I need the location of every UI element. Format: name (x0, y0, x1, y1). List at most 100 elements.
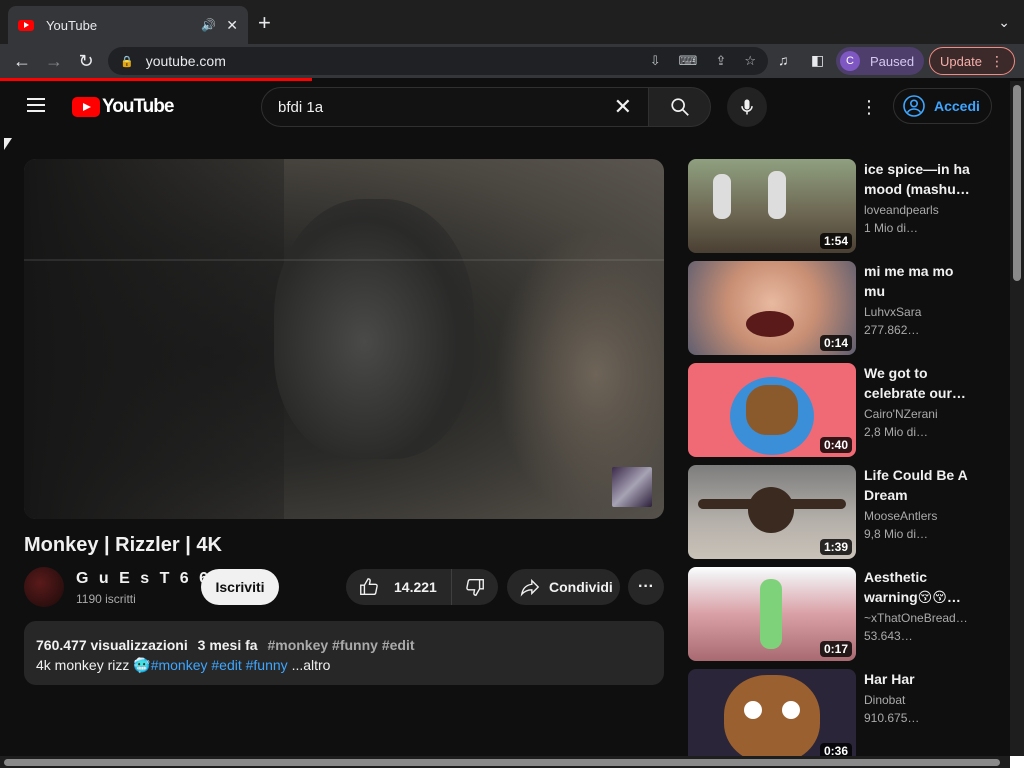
bookmark-star-icon[interactable]: ☆ (744, 53, 756, 69)
thumb-mouth (746, 311, 794, 337)
video-thumbnail[interactable]: 0:17 (688, 567, 856, 661)
recommendation-channel[interactable]: loveandpearls (864, 203, 976, 217)
recommendation-title[interactable]: Aesthetic warning😚😚… (864, 567, 976, 607)
url-text[interactable]: youtube.com (146, 53, 632, 69)
dislike-button[interactable] (452, 576, 498, 598)
video-thumbnail[interactable]: 1:39 (688, 465, 856, 559)
recommendation-item[interactable]: 0:40 We got to celebrate our… Cairo'NZer… (688, 363, 988, 457)
channel-avatar[interactable] (24, 567, 64, 607)
recommendation-channel[interactable]: MooseAntlers (864, 509, 976, 523)
description-text: 4k monkey rizz (36, 657, 130, 673)
browser-tab-youtube[interactable]: YouTube 🔊 ✕ (8, 6, 248, 44)
browser-toolbar: ← → ↻ 🔒 youtube.com ⇩ ⌨ ⇪ ☆ ♫ ◧ C Paused… (0, 44, 1024, 78)
duration-badge: 1:39 (819, 539, 852, 555)
recommendation-channel[interactable]: LuhvxSara (864, 305, 976, 319)
youtube-logo[interactable]: YouTube (72, 96, 174, 118)
show-more-link[interactable]: ...altro (292, 657, 331, 673)
hamburger-menu-icon[interactable] (27, 98, 45, 112)
thumbs-down-icon (466, 578, 484, 596)
tab-search-chevron-icon[interactable]: ⌄ (998, 14, 1010, 31)
recommendation-title[interactable]: We got to celebrate our… (864, 363, 976, 403)
horizontal-scroll-thumb[interactable] (4, 759, 1000, 766)
speaker-icon[interactable]: 🔊 (201, 18, 216, 32)
side-panel-icon[interactable]: ◧ (811, 52, 824, 69)
thumb-characters (746, 385, 798, 435)
video-thumbnail[interactable]: 0:14 (688, 261, 856, 355)
recommendation-channel[interactable]: Dinobat (864, 693, 976, 707)
like-count: 14.221 (394, 579, 437, 595)
upload-age: 3 mesi fa (197, 637, 258, 653)
search-box[interactable]: ✕ (261, 87, 649, 127)
more-actions-icon[interactable]: ··· (628, 569, 664, 605)
share-label: Condividi (549, 579, 613, 595)
description-hashtags[interactable]: #monkey #edit #funny (151, 657, 288, 673)
forward-arrow-icon[interactable]: → (42, 49, 66, 73)
video-frame-line (24, 259, 664, 261)
vertical-scrollbar[interactable] (1010, 81, 1024, 756)
description-box[interactable]: 760.477 visualizzazioni 3 mesi fa #monke… (24, 621, 664, 685)
channel-watermark[interactable] (612, 467, 652, 507)
video-title: Monkey | Rizzler | 4K (24, 534, 222, 556)
recommendation-views: 9,8 Mio di… (864, 527, 929, 541)
recommendation-title[interactable]: mi me ma mo mu (864, 261, 976, 301)
address-bar[interactable]: 🔒 youtube.com ⇩ ⌨ ⇪ ☆ (108, 47, 768, 75)
recommendation-channel[interactable]: ~xThatOneBread… (864, 611, 976, 625)
recommendation-views: 1 Mio di… (864, 221, 919, 235)
recommendation-item[interactable]: 0:36 Har Har Dinobat 910.675… (688, 669, 988, 756)
new-tab-icon[interactable]: + (258, 12, 271, 34)
video-frame-monkey (274, 199, 474, 459)
recommendation-views: 910.675… (864, 711, 920, 725)
settings-kebab-icon[interactable]: ⋮ (860, 95, 878, 119)
video-thumbnail[interactable]: 1:54 (688, 159, 856, 253)
recommendation-item[interactable]: 1:54 ice spice—in ha mood (mashu… lovean… (688, 159, 988, 253)
view-count: 760.477 visualizzazioni (36, 637, 188, 653)
thumb-arms (698, 499, 846, 509)
lock-icon[interactable]: 🔒 (120, 55, 134, 68)
profile-button[interactable]: C Paused (836, 47, 924, 75)
recommendation-title[interactable]: Har Har (864, 669, 976, 689)
youtube-logo-text: YouTube (102, 96, 174, 117)
voice-search-button[interactable] (727, 87, 767, 127)
sign-in-button[interactable]: Accedi (893, 88, 992, 124)
sign-in-label: Accedi (934, 98, 980, 114)
microphone-icon (741, 99, 753, 115)
search-input[interactable] (278, 98, 614, 116)
vertical-scroll-thumb[interactable] (1013, 85, 1021, 281)
close-tab-icon[interactable]: ✕ (226, 17, 238, 34)
thumbs-up-icon (360, 578, 378, 596)
share-page-icon[interactable]: ⇪ (715, 53, 726, 69)
youtube-logo-icon (72, 97, 100, 117)
recommendation-item[interactable]: 0:14 mi me ma mo mu LuhvxSara 277.862… (688, 261, 988, 355)
recommendation-title[interactable]: Life Could Be A Dream (864, 465, 976, 505)
browser-menu-icon[interactable]: ⋮ (990, 53, 1004, 70)
hashtag-line[interactable]: #monkey #funny #edit (267, 637, 414, 653)
profile-avatar: C (840, 51, 860, 71)
video-player[interactable] (24, 159, 664, 519)
recommendation-title[interactable]: ice spice—in ha mood (mashu… (864, 159, 976, 199)
thumb-figure (768, 171, 786, 219)
video-thumbnail[interactable]: 0:40 (688, 363, 856, 457)
profile-status-label: Paused (870, 53, 915, 69)
media-controls-icon[interactable]: ♫ (778, 52, 789, 68)
search-icon (670, 98, 689, 116)
share-button[interactable]: Condividi (507, 569, 620, 605)
reload-icon[interactable]: ↻ (74, 49, 98, 73)
update-label: Update (940, 53, 982, 69)
tab-title: YouTube (46, 17, 98, 33)
install-app-icon[interactable]: ⇩ (650, 53, 661, 69)
duration-badge: 0:17 (819, 641, 852, 657)
back-arrow-icon[interactable]: ← (10, 49, 34, 73)
recommendation-channel[interactable]: Cairo'NZerani (864, 407, 976, 421)
update-button[interactable]: Update ⋮ (929, 47, 1015, 75)
subscribe-button[interactable]: Iscriviti (201, 569, 279, 605)
recommendation-item[interactable]: 1:39 Life Could Be A Dream MooseAntlers … (688, 465, 988, 559)
search-button[interactable] (648, 87, 711, 127)
video-thumbnail[interactable]: 0:36 (688, 669, 856, 756)
horizontal-scrollbar[interactable] (0, 756, 1010, 768)
recommendation-item[interactable]: 0:17 Aesthetic warning😚😚… ~xThatOneBread… (688, 567, 988, 661)
like-button[interactable]: 14.221 (346, 569, 452, 605)
translate-icon[interactable]: ⌨ (679, 53, 698, 69)
scrollbar-corner (1010, 756, 1024, 768)
recommendation-views: 277.862… (864, 323, 920, 337)
clear-search-icon[interactable]: ✕ (614, 94, 632, 120)
